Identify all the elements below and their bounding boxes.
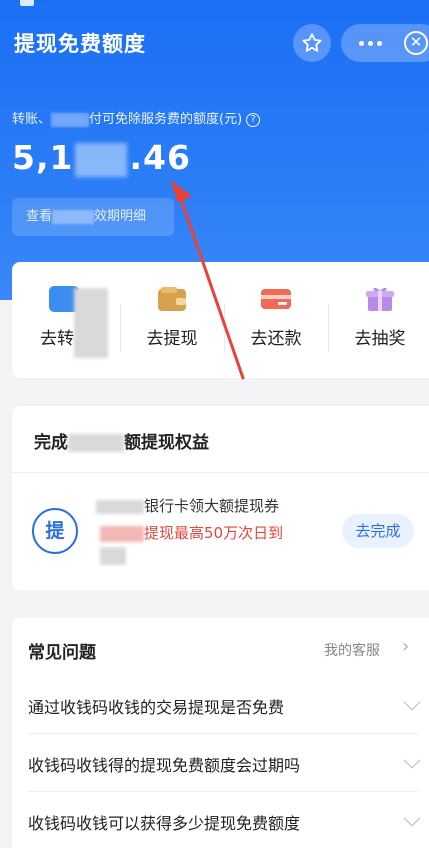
annotation-arrow-line — [178, 194, 245, 380]
annotation-arrow-head — [170, 180, 192, 203]
annotation-arrow — [170, 180, 245, 380]
